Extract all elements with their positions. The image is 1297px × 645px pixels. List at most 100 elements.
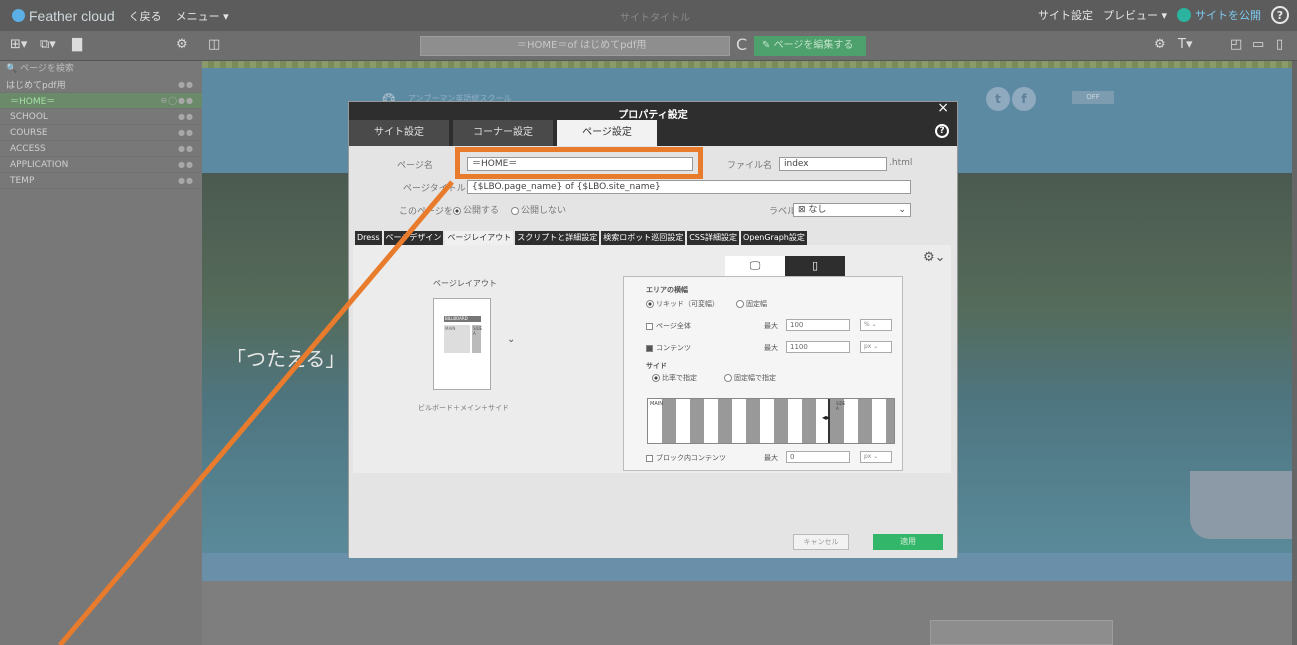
- help-icon[interactable]: ?: [1271, 6, 1289, 24]
- page-status-icon: ●●: [178, 176, 194, 185]
- radio-unchecked-icon: [724, 374, 732, 382]
- checkbox-checked-icon: [646, 344, 653, 352]
- block-unit-select[interactable]: px ⌄: [860, 451, 892, 463]
- subtab-dress[interactable]: Dress: [355, 231, 382, 245]
- apply-button[interactable]: 適用: [873, 534, 943, 550]
- mobile-tab-icon: ▯: [811, 259, 819, 272]
- off-badge[interactable]: OFF: [1072, 91, 1114, 104]
- copy-icon[interactable]: ⧉▾: [40, 37, 56, 52]
- page-actions-icon[interactable]: ⊖◯●●: [160, 96, 194, 105]
- page-title-label: ページタイトル: [403, 184, 466, 194]
- fixed-width-radio[interactable]: 固定幅で指定: [724, 373, 776, 383]
- content-max-input[interactable]: 1100: [786, 341, 850, 353]
- file-name-input[interactable]: index: [779, 157, 887, 171]
- subtab-css[interactable]: CSS詳細設定: [687, 231, 739, 245]
- subtab-robots[interactable]: 検索ロボット巡回設定: [601, 231, 686, 245]
- subtab-opengraph[interactable]: OpenGraph設定: [740, 231, 807, 245]
- publish-off-radio[interactable]: 公開しない: [511, 203, 566, 216]
- drag-arrows-icon: ◂▸: [822, 413, 831, 422]
- fixed-text: 固定幅: [746, 300, 767, 308]
- desktop-tab-icon: 🖵: [749, 259, 761, 272]
- text-size-icon[interactable]: T▾: [1178, 37, 1192, 52]
- subtab-script[interactable]: スクリプトと詳細設定: [515, 231, 600, 245]
- sidebar-item-temp[interactable]: TEMP ●●: [0, 173, 202, 189]
- content-unit-select[interactable]: px ⌄: [860, 341, 892, 353]
- dialog-help-icon[interactable]: ?: [935, 124, 949, 138]
- sidebar-item-course[interactable]: COURSE ●●: [0, 125, 202, 141]
- sidebar-item-application[interactable]: APPLICATION ●●: [0, 157, 202, 173]
- side-label: サイド: [646, 362, 667, 370]
- facebook-icon[interactable]: f: [1012, 87, 1036, 111]
- publish-label: サイトを公開: [1195, 9, 1261, 22]
- page-status-icon: ●●: [178, 128, 194, 137]
- publish-on-radio[interactable]: 公開する: [453, 203, 499, 216]
- page-title-input[interactable]: {$LBO.page_name} of {$LBO.site_name}: [467, 180, 911, 194]
- page-url-field[interactable]: ＝HOME＝of はじめてpdf用: [420, 36, 730, 56]
- sidebar-item-school[interactable]: SCHOOL ●●: [0, 109, 202, 125]
- gear-icon[interactable]: ⚙: [1154, 37, 1166, 52]
- page-tree-root-label: はじめてpdf用: [6, 81, 66, 91]
- slider-side-label: SIDE A: [836, 401, 846, 411]
- content-unit-value: px: [864, 343, 872, 350]
- sidebar-gear-icon[interactable]: ⚙: [176, 37, 188, 52]
- page-scrollbar[interactable]: [1292, 61, 1297, 645]
- close-icon[interactable]: ×: [937, 100, 949, 116]
- block-content-text: ブロック内コンテンツ: [656, 454, 726, 462]
- sidebar-item-access[interactable]: ACCESS ●●: [0, 141, 202, 157]
- content-checkbox[interactable]: コンテンツ: [646, 343, 691, 353]
- edit-page-button[interactable]: ✎ ページを編集する: [754, 36, 866, 56]
- fixed-radio[interactable]: 固定幅: [736, 299, 767, 309]
- layout-thumbnail[interactable]: BILLBOARD MAIN SIDE A: [433, 298, 491, 390]
- hero-text: 「つたえる」: [226, 347, 346, 371]
- layout-chevron-down-icon[interactable]: ⌄: [507, 334, 515, 345]
- side-ratio-slider[interactable]: MAIN ◂▸ SIDE A: [647, 398, 895, 444]
- layout-icon[interactable]: ◰: [1230, 37, 1242, 52]
- publish-label: このページを: [399, 207, 453, 217]
- sidebar-item-home[interactable]: ＝HOME＝ ⊖◯●●: [0, 93, 202, 109]
- ratio-radio[interactable]: 比率で指定: [652, 373, 697, 383]
- publish-button[interactable]: サイトを公開: [1177, 7, 1261, 23]
- reload-icon[interactable]: C: [736, 35, 747, 54]
- publish-on-text: 公開する: [463, 206, 500, 216]
- page-whole-max-input[interactable]: 100: [786, 319, 850, 331]
- tab-site-settings[interactable]: サイト設定: [349, 120, 449, 146]
- desktop-tab[interactable]: 🖵: [725, 256, 785, 276]
- sidebar-item-label: SCHOOL: [10, 111, 48, 122]
- page-whole-unit-select[interactable]: % ⌄: [860, 319, 892, 331]
- mobile-tab[interactable]: ▯: [785, 256, 845, 276]
- subtab-page-design[interactable]: ページデザイン: [383, 231, 444, 245]
- thumb-billboard: BILLBOARD: [444, 316, 481, 322]
- label-select[interactable]: ⊠ なし ⌄: [793, 203, 911, 217]
- sidebar-item-label: TEMP: [10, 175, 35, 186]
- back-button[interactable]: く戻る: [129, 8, 162, 24]
- tab-page-settings[interactable]: ページ設定: [557, 120, 657, 146]
- twitter-icon[interactable]: t: [986, 87, 1010, 111]
- block-content-checkbox[interactable]: ブロック内コンテンツ: [646, 453, 726, 463]
- dialog-body: ページ名 ＝HOME＝ ファイル名 index .html ページタイトル {$…: [349, 146, 957, 558]
- page-whole-max-label: 最大: [764, 322, 778, 330]
- page-search-input[interactable]: 🔍 ページを検索: [0, 61, 202, 77]
- cancel-button[interactable]: キャンセル: [793, 534, 849, 550]
- edit-page-label: ページを編集する: [773, 40, 854, 51]
- mobile-icon[interactable]: ▯: [1276, 37, 1283, 52]
- desktop-icon[interactable]: ▭: [1252, 37, 1264, 52]
- block-max-input[interactable]: 0: [786, 451, 850, 463]
- liquid-radio[interactable]: リキッド（可変幅）: [646, 299, 719, 309]
- site-settings-button[interactable]: サイト設定: [1038, 7, 1093, 23]
- trash-icon[interactable]: ▇: [72, 37, 82, 52]
- site-top-stripe: [202, 61, 1292, 68]
- panel-toggle-icon[interactable]: ◫: [208, 37, 220, 52]
- menu-button[interactable]: メニュー ▾: [176, 8, 229, 24]
- page-whole-checkbox[interactable]: ページ全体: [646, 321, 691, 331]
- panel-gear-icon[interactable]: ⚙⌄: [923, 250, 946, 265]
- publish-off-text: 公開しない: [521, 206, 567, 216]
- subtab-page-layout[interactable]: ページレイアウト: [445, 231, 514, 245]
- preview-button[interactable]: プレビュー ▾: [1103, 7, 1167, 23]
- sidebar-item-label: ＝HOME＝: [10, 97, 56, 107]
- fixed-width-text: 固定幅で指定: [734, 374, 776, 382]
- app-logo[interactable]: Feather cloud: [12, 8, 115, 24]
- add-block-icon[interactable]: ⊞▾: [10, 37, 27, 52]
- page-tree-root[interactable]: はじめてpdf用 ●●: [0, 77, 202, 93]
- tab-corner-settings[interactable]: コーナー設定: [453, 120, 553, 146]
- chevron-down-icon: ⌄: [898, 205, 906, 215]
